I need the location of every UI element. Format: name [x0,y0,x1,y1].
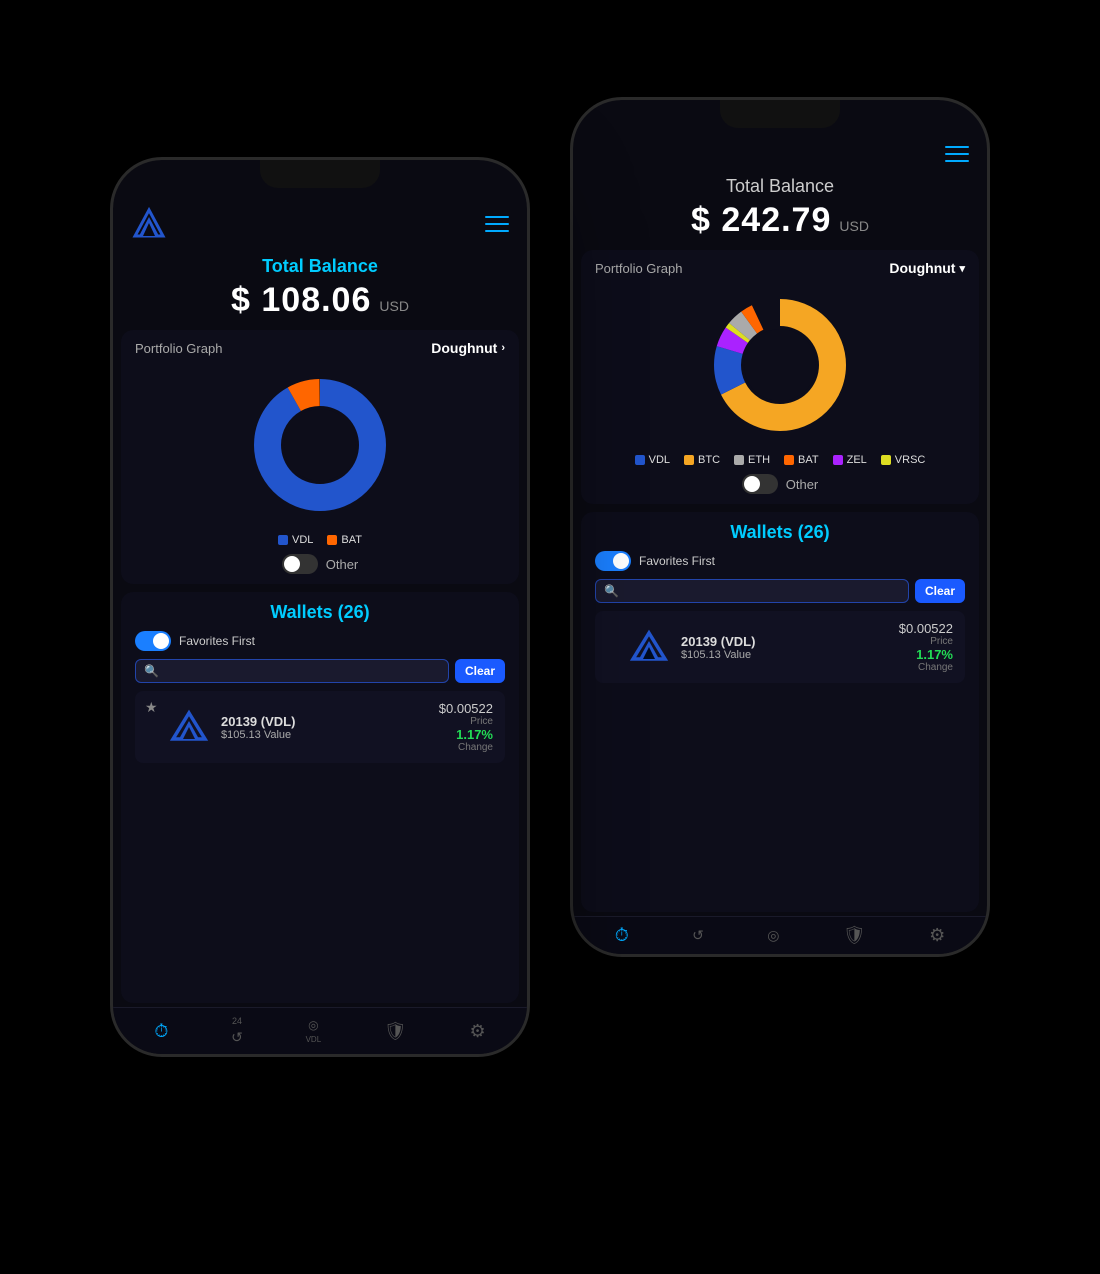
notch-back [720,100,840,128]
other-toggle-back[interactable] [742,474,778,494]
nav-vdl-back[interactable]: ◎ [767,927,779,944]
favorites-label-front: Favorites First [179,634,255,648]
wallet-price-label-back: Price [899,636,953,647]
wallet-change-front: 1.17% [439,727,493,742]
wallets-title-front: Wallets (26) [135,602,505,623]
menu-button-front[interactable] [485,216,509,232]
wallet-value-front: $105.13 Value [221,729,429,741]
bottom-nav-front: ⏱ 24 ↺ ◎ VDL 🛡 ⚙ [113,1007,527,1054]
chart-legend-front: VDL BAT [135,534,505,546]
portfolio-label-front: Portfolio Graph [135,341,222,356]
favorites-toggle-front[interactable] [135,631,171,651]
nav-shield-front[interactable]: 🛡 [384,1021,407,1042]
other-toggle-front[interactable] [282,554,318,574]
wallet-name-back: 20139 (VDL) [681,634,889,649]
clear-button-back[interactable]: Clear [915,579,965,603]
notch-front [260,160,380,188]
balance-currency-back: USD [839,218,869,234]
wallet-value-back: $105.13 Value [681,649,889,661]
app-logo-front [131,206,167,242]
balance-currency-front: USD [379,298,409,314]
other-label-front: Other [326,557,359,572]
search-input-back[interactable] [625,584,900,598]
wallet-card-back[interactable]: 20139 (VDL) $105.13 Value $0.00522 Price… [595,611,965,683]
portfolio-label-back: Portfolio Graph [595,261,682,276]
menu-button-back[interactable] [945,146,969,162]
wallet-change-label-front: Change [439,742,493,753]
vdl-logo-back [627,625,671,669]
search-icon-back: 🔍 [604,584,619,598]
balance-title-front: Total Balance [133,256,507,277]
wallet-change-label-back: Change [899,662,953,673]
star-icon-front[interactable]: ★ [145,699,158,716]
vdl-logo-front [167,705,211,749]
chart-legend-back: VDL BTC ETH BAT ZEL VRSC [595,454,965,466]
nav-settings-back[interactable]: ⚙ [929,925,945,946]
favorites-label-back: Favorites First [639,554,715,568]
nav-shield-back[interactable]: 🛡 [843,925,866,946]
nav-24h-back[interactable]: ↺ [692,927,704,944]
favorites-toggle-back[interactable] [595,551,631,571]
wallet-price-back: $0.00522 [899,621,953,636]
donut-chart-front [245,370,395,520]
bottom-nav-back: ⏱ ↺ ◎ 🛡 ⚙ [573,916,987,954]
doughnut-button-front[interactable]: Doughnut › [431,340,505,356]
phone-back: Total Balance $ 242.79 USD Portfolio Gra… [570,97,990,957]
donut-chart-back [705,290,855,440]
wallet-price-front: $0.00522 [439,701,493,716]
balance-amount-back: $ 242.79 [691,201,831,240]
other-label-back: Other [786,477,819,492]
nav-vdl-front[interactable]: ◎ VDL [306,1018,322,1044]
nav-24h-front[interactable]: 24 ↺ [231,1016,243,1046]
nav-settings-front[interactable]: ⚙ [469,1021,485,1042]
balance-title-back: Total Balance [593,176,967,197]
doughnut-button-back[interactable]: Doughnut ▾ [889,260,965,276]
nav-dashboard-front[interactable]: ⏱ [154,1021,168,1042]
clear-button-front[interactable]: Clear [455,659,505,683]
wallet-name-front: 20139 (VDL) [221,714,429,729]
wallet-card-front[interactable]: ★ 20139 (VDL) $105.13 Value [135,691,505,763]
wallet-change-back: 1.17% [899,647,953,662]
wallet-price-label-front: Price [439,716,493,727]
search-input-front[interactable] [165,664,440,678]
search-icon-front: 🔍 [144,664,159,678]
wallets-title-back: Wallets (26) [595,522,965,543]
nav-dashboard-back[interactable]: ⏱ [615,925,629,946]
phone-front: Total Balance $ 108.06 USD Portfolio Gra… [110,157,530,1057]
balance-amount-front: $ 108.06 [231,281,371,320]
